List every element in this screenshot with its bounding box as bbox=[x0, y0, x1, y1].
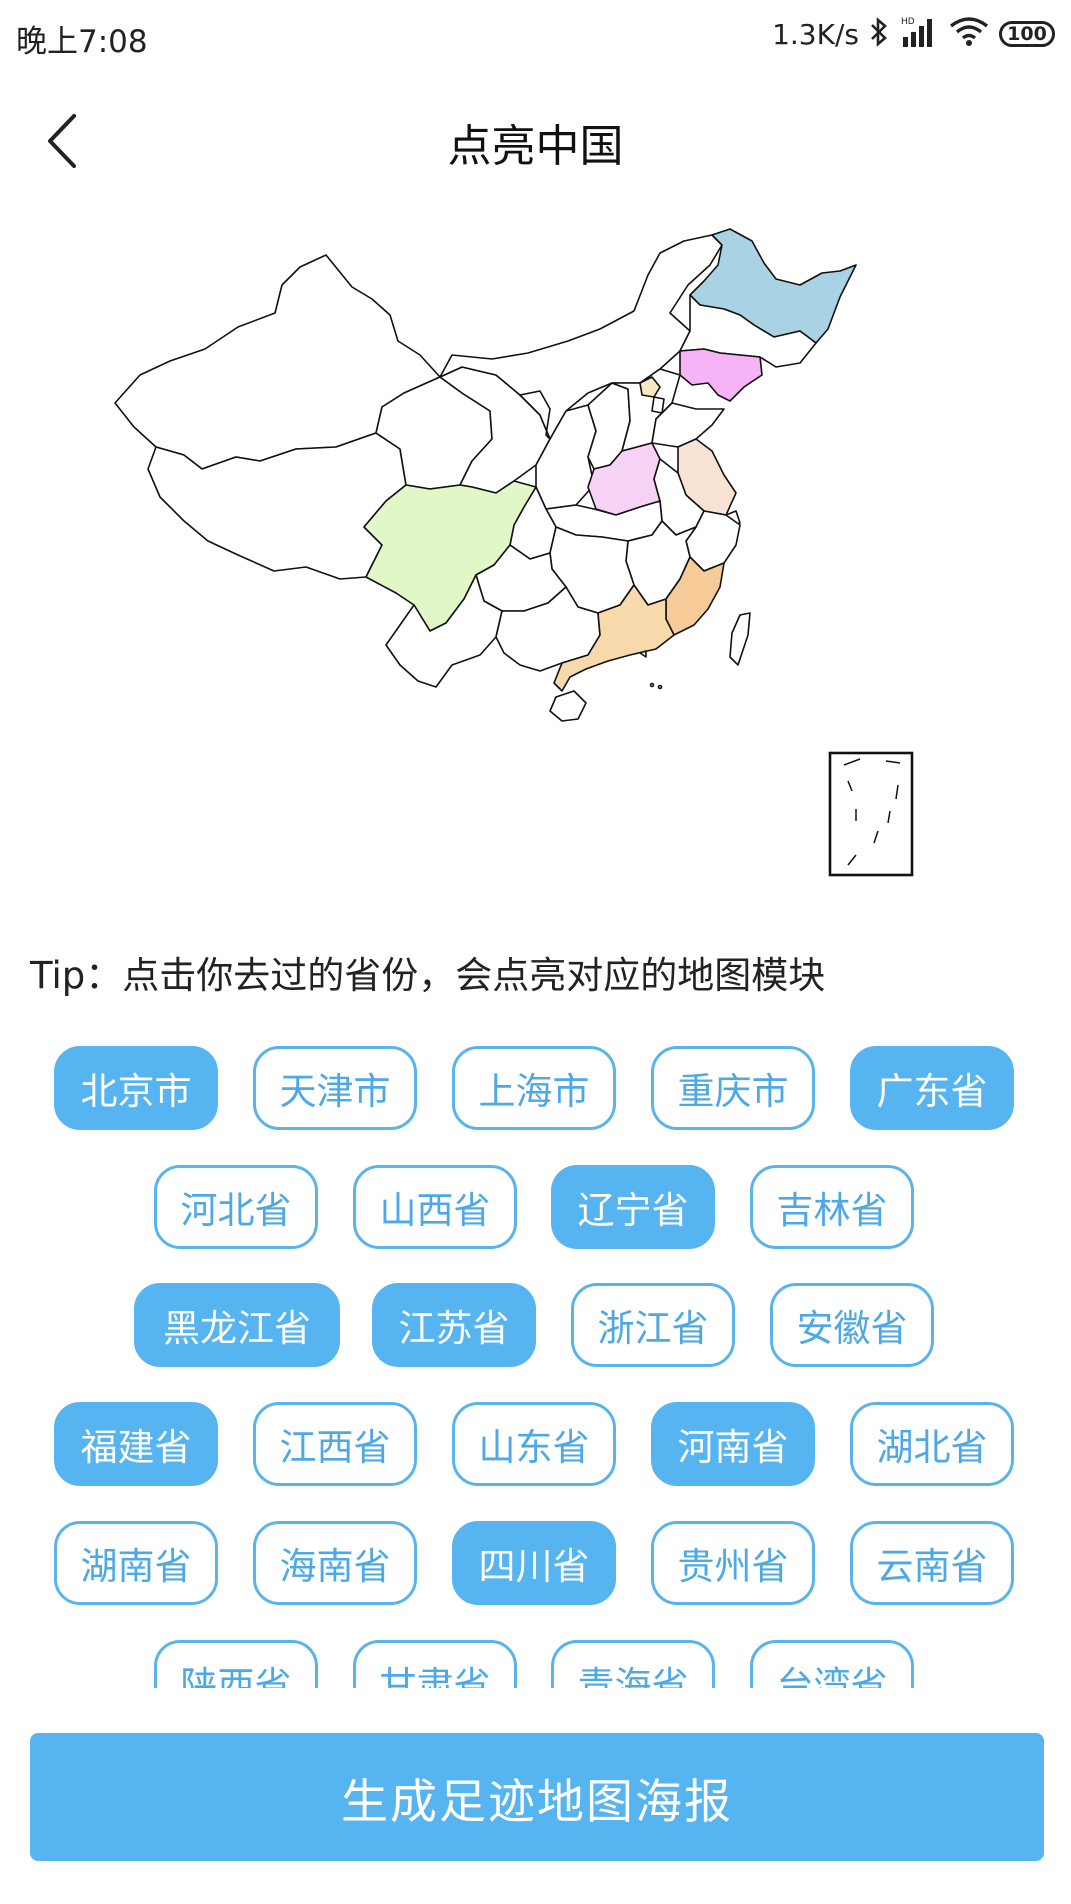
province-chip-yunnan[interactable]: 云南省 bbox=[850, 1521, 1014, 1605]
province-chip-heilongjiang[interactable]: 黑龙江省 bbox=[134, 1283, 340, 1367]
province-chip-jiangsu[interactable]: 江苏省 bbox=[372, 1283, 536, 1367]
province-tianjin[interactable] bbox=[651, 396, 665, 414]
province-chip-fujian[interactable]: 福建省 bbox=[54, 1402, 218, 1486]
page-title: 点亮中国 bbox=[447, 121, 624, 172]
province-chip-jiangxi[interactable]: 江西省 bbox=[253, 1402, 417, 1486]
tip-text: Tip：点击你去过的省份，会点亮对应的地图模块 bbox=[30, 954, 826, 997]
generate-poster-button[interactable]: 生成足迹地图海报 bbox=[30, 1733, 1044, 1861]
province-chip-jilin[interactable]: 吉林省 bbox=[750, 1165, 914, 1249]
province-chip-shaanxi[interactable]: 陕西省 bbox=[154, 1640, 318, 1688]
province-hainan[interactable] bbox=[549, 690, 587, 722]
province-chip-liaoning[interactable]: 辽宁省 bbox=[551, 1165, 715, 1249]
signal-icon: HD bbox=[899, 15, 939, 53]
status-bar: 晚上7:08 1.3K/s HD 100 bbox=[0, 0, 1071, 72]
province-list: 北京市 天津市 上海市 重庆市 广东省 河北省 山西省 辽宁省 吉林省 黑龙江省… bbox=[0, 1040, 1071, 1688]
south-china-sea-inset bbox=[828, 751, 914, 877]
province-chip-hunan[interactable]: 湖南省 bbox=[54, 1521, 218, 1605]
province-chip-hebei[interactable]: 河北省 bbox=[154, 1165, 318, 1249]
province-hongkong[interactable] bbox=[639, 650, 647, 658]
province-chip-guizhou[interactable]: 贵州省 bbox=[651, 1521, 815, 1605]
battery-level: 100 bbox=[1007, 23, 1047, 45]
province-chip-shanxi[interactable]: 山西省 bbox=[353, 1165, 517, 1249]
province-chip-henan[interactable]: 河南省 bbox=[651, 1402, 815, 1486]
bluetooth-icon bbox=[869, 16, 889, 52]
province-chip-hubei[interactable]: 湖北省 bbox=[850, 1402, 1014, 1486]
battery-icon: 100 bbox=[999, 21, 1055, 47]
net-speed: 1.3K/s bbox=[772, 17, 859, 51]
province-chip-taiwan[interactable]: 台湾省 bbox=[750, 1640, 914, 1688]
province-chip-qinghai[interactable]: 青海省 bbox=[551, 1640, 715, 1688]
province-chip-anhui[interactable]: 安徽省 bbox=[770, 1283, 934, 1367]
province-chip-beijing[interactable]: 北京市 bbox=[54, 1046, 218, 1130]
province-chip-chongqing[interactable]: 重庆市 bbox=[651, 1046, 815, 1130]
province-chip-tianjin[interactable]: 天津市 bbox=[253, 1046, 417, 1130]
province-chip-sichuan[interactable]: 四川省 bbox=[452, 1521, 616, 1605]
province-chip-shanghai[interactable]: 上海市 bbox=[452, 1046, 616, 1130]
wifi-icon bbox=[949, 16, 989, 52]
status-time: 晚上7:08 bbox=[16, 24, 148, 60]
status-icons: 1.3K/s HD 100 bbox=[772, 14, 1055, 54]
province-chip-gansu[interactable]: 甘肃省 bbox=[353, 1640, 517, 1688]
province-chip-guangdong[interactable]: 广东省 bbox=[850, 1046, 1014, 1130]
province-chip-hainan[interactable]: 海南省 bbox=[253, 1521, 417, 1605]
province-chip-zhejiang[interactable]: 浙江省 bbox=[571, 1283, 735, 1367]
china-map[interactable] bbox=[100, 225, 980, 905]
header: 点亮中国 bbox=[0, 90, 1071, 190]
province-liaoning[interactable] bbox=[679, 348, 763, 402]
svg-text:HD: HD bbox=[901, 17, 915, 27]
province-chip-shandong[interactable]: 山东省 bbox=[452, 1402, 616, 1486]
province-taiwan[interactable] bbox=[729, 612, 751, 666]
